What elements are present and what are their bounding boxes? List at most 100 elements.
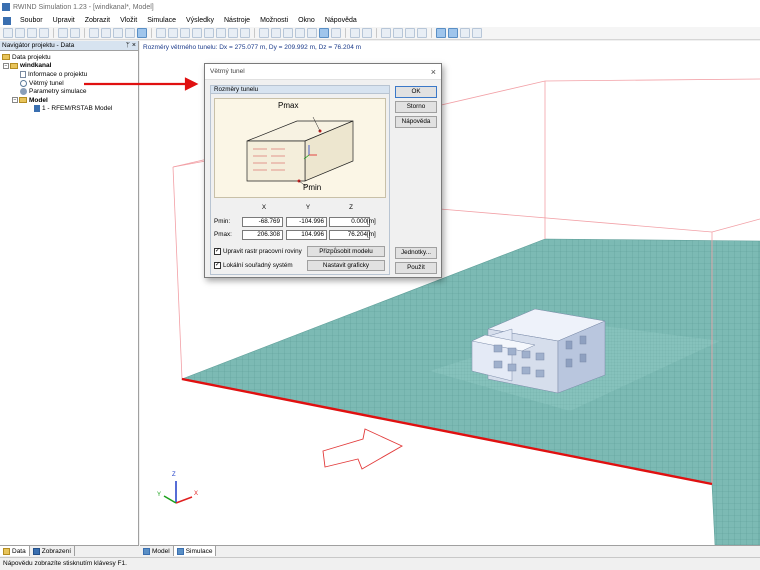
set-graphically-button[interactable]: Nastavit graficky	[307, 260, 385, 271]
undo-icon[interactable]	[58, 28, 68, 38]
toolbar-separator	[151, 28, 152, 38]
pmin-x-input[interactable]: -68.769	[242, 217, 283, 227]
local-coordinate-checkbox[interactable]: ✓	[214, 262, 221, 269]
pencil-icon[interactable]	[89, 28, 99, 38]
local-coordinate-checkbox-row[interactable]: ✓ Lokální souřadný systém	[214, 262, 293, 269]
tree-item-label: Větrný tunel	[29, 79, 64, 87]
zoom-all-icon[interactable]	[307, 28, 317, 38]
menu-napoveda[interactable]: Nápověda	[320, 14, 362, 27]
tree-item-windkanal[interactable]: − windkanal	[0, 62, 138, 71]
window-title: RWIND Simulation 1.23 - [windkanal*, Mod…	[13, 3, 154, 11]
redo-icon[interactable]	[70, 28, 80, 38]
menu-zobrazit[interactable]: Zobrazit	[80, 14, 115, 27]
display-labels-icon[interactable]	[472, 28, 482, 38]
pmax-x-input[interactable]: 206.308	[242, 230, 283, 240]
tree-item-wind-tunnel[interactable]: Větrný tunel	[0, 79, 138, 88]
wind-tunnel-icon	[20, 79, 27, 87]
document-icon	[20, 70, 26, 78]
pmin-z-input[interactable]: 0.000	[329, 217, 370, 227]
new-file-icon[interactable]	[3, 28, 13, 38]
adjust-grid-checkbox-row[interactable]: ✓ Upravit rastr pracovní roviny	[214, 248, 302, 255]
column-z: Z	[349, 204, 353, 211]
run-simulation-icon[interactable]	[168, 28, 178, 38]
render-mode-icon[interactable]	[350, 28, 360, 38]
snap-icon[interactable]	[417, 28, 427, 38]
status-bar: Nápovědu zobrazíte stisknutím klávesy F1…	[0, 557, 760, 570]
adjust-grid-label: Upravit rastr pracovní roviny	[223, 248, 302, 255]
collapse-icon[interactable]: −	[3, 62, 9, 69]
print-icon[interactable]	[39, 28, 49, 38]
menu-vlozit[interactable]: Vložit	[115, 14, 142, 27]
tab-zobrazeni[interactable]: Zobrazení	[30, 546, 76, 556]
tunnel-icon[interactable]	[137, 28, 147, 38]
tree-item-project-data[interactable]: Data projektu	[0, 53, 138, 62]
units-button[interactable]: Jednotky...	[395, 247, 437, 259]
table-icon[interactable]	[240, 28, 250, 38]
menu-moznosti[interactable]: Možnosti	[255, 14, 293, 27]
close-icon[interactable]: ×	[431, 67, 436, 77]
probe-icon[interactable]	[228, 28, 238, 38]
toolbar-separator	[84, 28, 85, 38]
ok-button[interactable]: OK	[395, 86, 437, 98]
zoom-window-icon[interactable]	[295, 28, 305, 38]
edit-icon[interactable]	[381, 28, 391, 38]
navigator-header: Navigátor projektu - Data ᛘ ×	[0, 41, 138, 51]
pmax-z-input[interactable]: 76.204	[329, 230, 370, 240]
adjust-grid-checkbox[interactable]: ✓	[214, 248, 221, 255]
app-menu-icon[interactable]	[3, 16, 11, 25]
menu-upravit[interactable]: Upravit	[48, 14, 80, 27]
display-mesh-icon[interactable]	[448, 28, 458, 38]
cancel-button[interactable]: Storno	[395, 101, 437, 113]
view-tabs: Model Simulace	[140, 545, 760, 556]
tree-item-model[interactable]: − Model	[0, 96, 138, 105]
menu-nastroje[interactable]: Nástroje	[219, 14, 255, 27]
save-icon[interactable]	[27, 28, 37, 38]
window-titlebar: RWIND Simulation 1.23 - [windkanal*, Mod…	[0, 0, 760, 14]
open-file-icon[interactable]	[15, 28, 25, 38]
grid-icon[interactable]	[125, 28, 135, 38]
results-icon[interactable]	[180, 28, 190, 38]
view-iso-icon[interactable]	[319, 28, 329, 38]
pressure-icon[interactable]	[204, 28, 214, 38]
display-tunnel-icon[interactable]	[460, 28, 470, 38]
help-button[interactable]: Nápověda	[395, 116, 437, 128]
fit-to-model-button[interactable]: Přizpůsobit modelu	[307, 246, 385, 257]
pmin-y-input[interactable]: -104.996	[286, 217, 327, 227]
view-dropdown-icon[interactable]	[331, 28, 341, 38]
column-y: Y	[305, 204, 311, 211]
pmax-y-input[interactable]: 104.996	[286, 230, 327, 240]
pin-icon[interactable]: ᛘ	[126, 42, 130, 49]
tree-item-label: Parametry simulace	[29, 88, 87, 96]
menu-simulace[interactable]: Simulace	[142, 14, 181, 27]
tree-item-simulation-parameters[interactable]: Parametry simulace	[0, 87, 138, 96]
menu-soubor[interactable]: Soubor	[15, 14, 48, 27]
apply-button[interactable]: Použít	[395, 262, 437, 274]
wireframe-icon[interactable]	[362, 28, 372, 38]
streamlines-icon[interactable]	[192, 28, 202, 38]
select-icon[interactable]	[113, 28, 123, 38]
folder-icon	[2, 54, 10, 61]
pan-icon[interactable]	[271, 28, 281, 38]
close-icon[interactable]: ×	[132, 42, 136, 49]
tab-model[interactable]: Model	[140, 546, 174, 556]
navigator-tabs: Data Zobrazení	[0, 545, 139, 556]
wind-icon[interactable]	[101, 28, 111, 38]
measure-icon[interactable]	[393, 28, 403, 38]
tab-data[interactable]: Data	[0, 546, 30, 556]
wind-tunnel-dialog: Větrný tunel × Rozměry tunelu Pmax Pmin …	[204, 63, 442, 278]
zoom-icon[interactable]	[283, 28, 293, 38]
tree-item-rfem-model[interactable]: 1 - RFEM/RSTAB Model	[0, 105, 138, 114]
velocity-icon[interactable]	[216, 28, 226, 38]
menu-okno[interactable]: Okno	[293, 14, 320, 27]
display-model-icon[interactable]	[436, 28, 446, 38]
axis-triad	[163, 481, 193, 504]
rotate-icon[interactable]	[259, 28, 269, 38]
menu-vysledky[interactable]: Výsledky	[181, 14, 219, 27]
collapse-icon[interactable]: −	[12, 97, 18, 104]
mesh-icon[interactable]	[156, 28, 166, 38]
tree-item-project-info[interactable]: Informace o projektu	[0, 70, 138, 79]
tree-item-label: Model	[29, 96, 48, 104]
direction-icon[interactable]	[405, 28, 415, 38]
pmin-unit: [m]	[367, 218, 376, 225]
tab-simulation[interactable]: Simulace	[173, 546, 217, 556]
